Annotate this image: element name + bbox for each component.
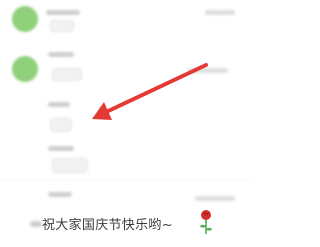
last-message-text: 祝大家国庆节快乐哟~ [42,218,173,233]
rose-icon [200,210,212,234]
